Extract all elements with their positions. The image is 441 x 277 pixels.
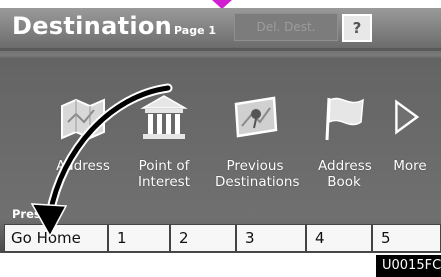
- previous-destinations-label: Previous Destinations: [215, 158, 300, 190]
- more-label: More: [393, 158, 427, 174]
- more-button[interactable]: More: [382, 92, 438, 180]
- presets-label: Presets: [12, 207, 61, 221]
- preset-3-button[interactable]: 3: [236, 224, 306, 252]
- preset-4-button[interactable]: 4: [306, 224, 372, 252]
- del-dest-button[interactable]: Del. Dest.: [234, 13, 338, 41]
- preset-row: Go Home 1 2 3 4 5: [4, 224, 441, 252]
- building-icon: [140, 95, 188, 139]
- point-of-interest-label: Point of Interest: [137, 158, 191, 190]
- header-bar: Destination Page 1 Del. Dest. ?: [0, 8, 441, 48]
- page-title: Destination: [12, 12, 173, 40]
- preset-2-button[interactable]: 2: [170, 224, 236, 252]
- preset-1-button[interactable]: 1: [108, 224, 170, 252]
- page-number: Page 1: [174, 24, 217, 37]
- address-book-label: Address Book: [318, 158, 372, 190]
- address-book-button[interactable]: Address Book: [312, 92, 376, 190]
- header-divider: [0, 48, 441, 51]
- point-of-interest-button[interactable]: Point of Interest: [128, 92, 200, 190]
- go-home-button[interactable]: Go Home: [4, 224, 108, 252]
- map-pin-icon: [234, 96, 278, 138]
- address-label: Address: [56, 158, 110, 174]
- preset-5-button[interactable]: 5: [372, 224, 441, 252]
- previous-destinations-button[interactable]: Previous Destinations: [206, 92, 304, 190]
- figure-code: U0015FC: [376, 255, 441, 277]
- map-icon: [61, 98, 105, 140]
- triangle-right-icon: [395, 99, 420, 135]
- destination-screen: Destination Page 1 Del. Dest. ? Address …: [0, 8, 441, 253]
- help-button[interactable]: ?: [342, 14, 372, 42]
- address-button[interactable]: Address: [38, 92, 128, 180]
- flag-icon: [325, 97, 364, 141]
